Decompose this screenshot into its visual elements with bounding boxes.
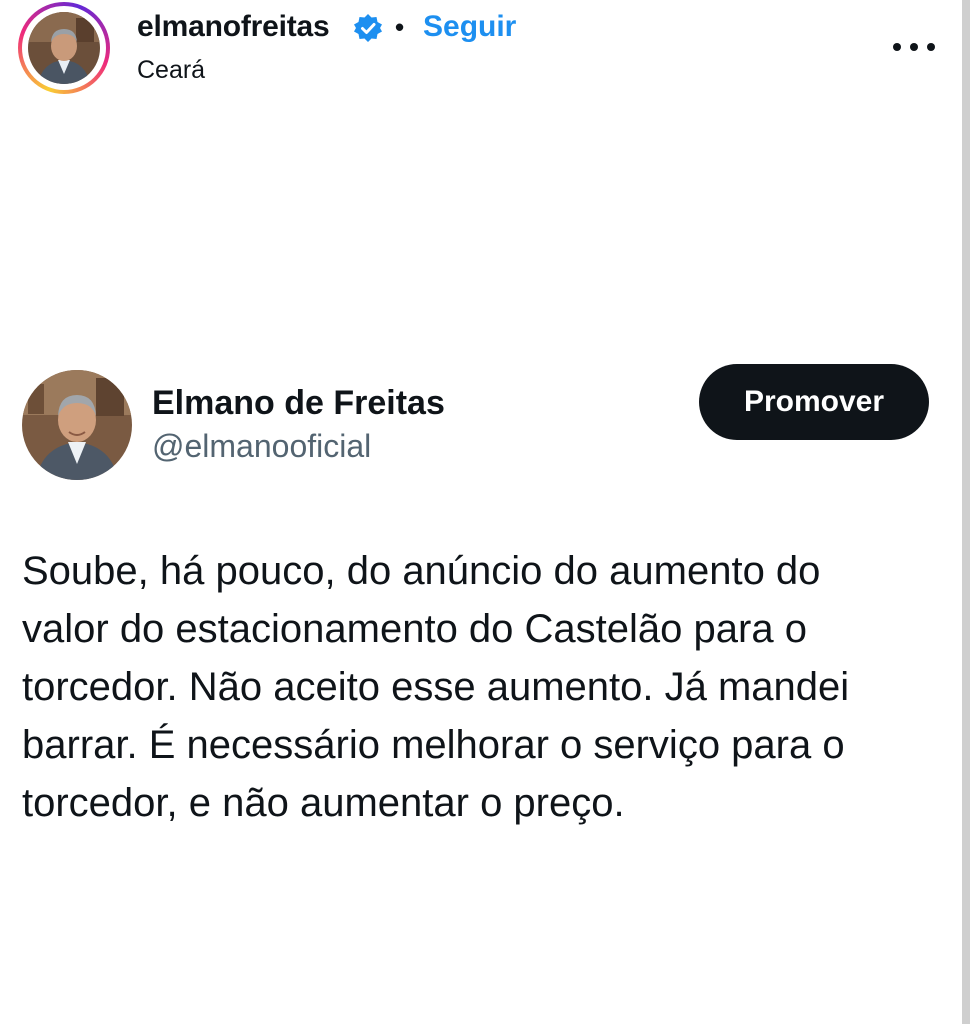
right-edge-bar (962, 0, 970, 1024)
more-options-icon[interactable] (893, 32, 935, 62)
tweet-display-name[interactable]: Elmano de Freitas (152, 384, 445, 423)
verified-badge-icon (354, 14, 382, 42)
avatar[interactable] (28, 12, 100, 84)
tweet-card: Elmano de Freitas @elmanooficial Promove… (0, 340, 962, 900)
post-header: elmanofreitas • Seguir Ceará (0, 0, 962, 100)
tweet-handle[interactable]: @elmanooficial (152, 428, 371, 465)
separator-dot: • (395, 12, 405, 42)
tweet-avatar[interactable] (22, 370, 132, 480)
tweet-text: Soube, há pouco, do anúncio do aumento d… (22, 549, 850, 825)
location-label[interactable]: Ceará (137, 56, 205, 85)
username[interactable]: elmanofreitas (137, 10, 330, 44)
promote-button[interactable]: Promover (699, 364, 929, 440)
follow-button[interactable]: Seguir (423, 10, 516, 44)
story-ring[interactable] (18, 2, 110, 94)
